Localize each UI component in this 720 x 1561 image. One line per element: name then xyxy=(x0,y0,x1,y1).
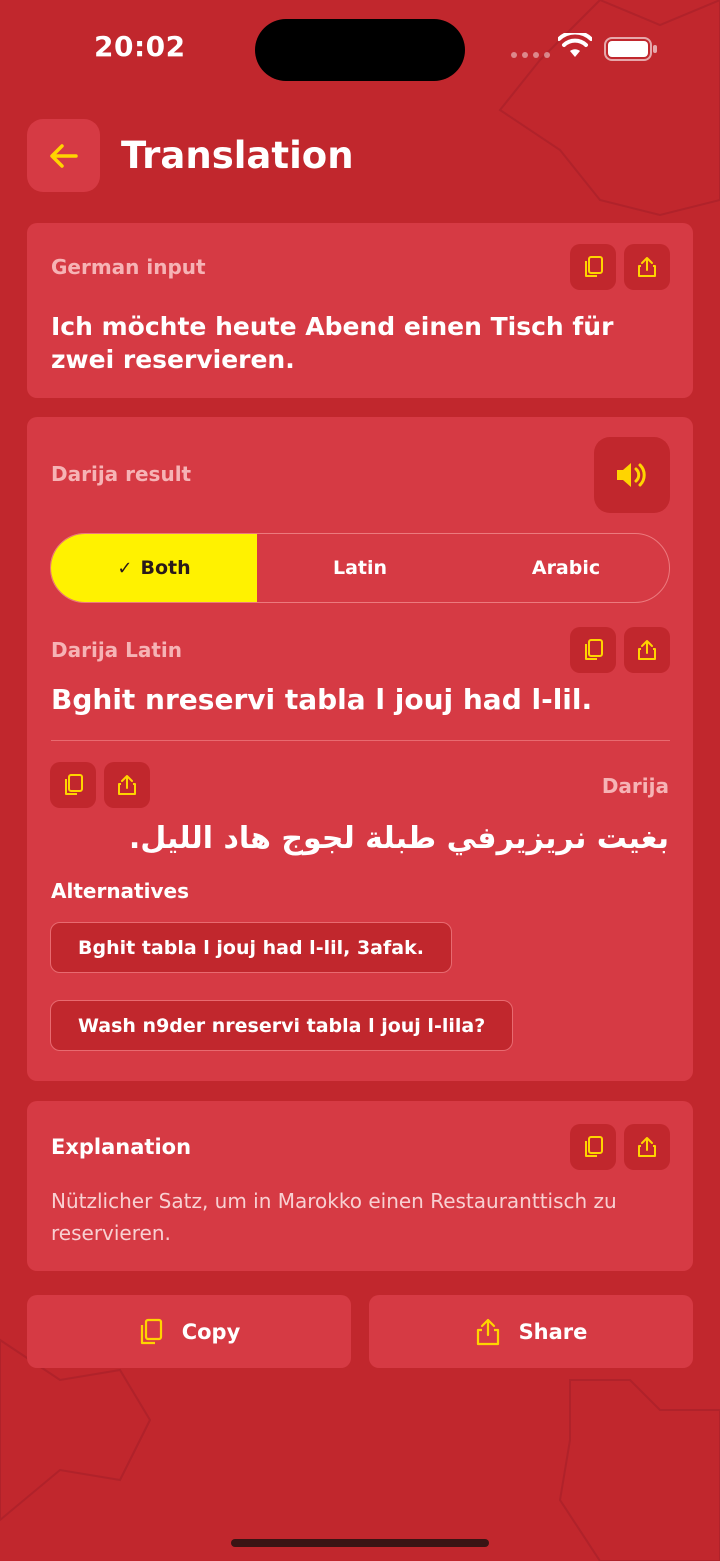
latin-label: Darija Latin xyxy=(51,638,183,662)
explanation-text: Nützlicher Satz, um in Marokko einen Res… xyxy=(51,1189,617,1245)
latin-text: Bghit nreservi tabla l jouj had l-lil. xyxy=(51,683,593,716)
copy-button-label: Copy xyxy=(181,1319,241,1344)
input-card: German input Ich möchte heute Abend eine… xyxy=(27,223,693,398)
arabic-text: بغيت نريزيرفي طبلة لجوج هاد الليل. xyxy=(128,821,669,856)
wifi-icon xyxy=(558,33,592,57)
explanation-share-button[interactable] xyxy=(624,1124,670,1170)
segment-arabic[interactable]: Arabic xyxy=(463,534,669,602)
alternatives-title: Alternatives xyxy=(51,879,189,903)
latin-copy-button[interactable] xyxy=(570,627,616,673)
divider xyxy=(51,740,670,741)
cellular-signal-icon xyxy=(511,52,550,58)
segment-latin[interactable]: Latin xyxy=(257,534,463,602)
script-segmented-control: ✓ Both Latin Arabic xyxy=(50,533,670,603)
check-icon: ✓ xyxy=(117,557,133,579)
copy-button[interactable]: Copy xyxy=(27,1295,351,1368)
alternative-chip[interactable]: Wash n9der nreservi tabla l jouj l-lila? xyxy=(50,1000,514,1051)
battery-icon xyxy=(604,37,657,61)
input-label: German input xyxy=(51,255,206,279)
result-label: Darija result xyxy=(51,462,192,486)
copy-icon xyxy=(65,774,83,795)
status-bar: 20:02 xyxy=(0,0,720,100)
copy-icon xyxy=(585,256,603,277)
explanation-title: Explanation xyxy=(51,1135,192,1159)
page-title: Translation xyxy=(121,134,354,177)
share-button[interactable]: Share xyxy=(369,1295,693,1368)
share-icon xyxy=(638,1137,656,1157)
result-card: Darija result ✓ Both Latin Arabic Darija… xyxy=(27,417,693,1081)
share-icon xyxy=(476,1318,499,1345)
alternative-chip[interactable]: Bghit tabla l jouj had l-lil, 3afak. xyxy=(50,922,452,973)
share-icon xyxy=(638,257,656,277)
share-icon xyxy=(638,640,656,660)
dynamic-island xyxy=(255,19,465,81)
back-button[interactable] xyxy=(27,119,100,192)
segment-arabic-label: Arabic xyxy=(531,557,601,579)
speaker-icon xyxy=(617,463,646,487)
input-share-button[interactable] xyxy=(624,244,670,290)
arabic-share-button[interactable] xyxy=(104,762,150,808)
arabic-copy-button[interactable] xyxy=(50,762,96,808)
segment-latin-label: Latin xyxy=(332,557,388,579)
segment-both[interactable]: ✓ Both xyxy=(51,534,257,602)
back-arrow-icon xyxy=(49,143,78,168)
latin-share-button[interactable] xyxy=(624,627,670,673)
share-button-label: Share xyxy=(518,1319,588,1344)
explanation-card: Explanation Nützlicher Satz, um in Marok… xyxy=(27,1101,693,1271)
input-text: Ich möchte heute Abend einen Tisch für z… xyxy=(51,312,614,374)
arabic-label: Darija xyxy=(601,774,669,798)
speaker-button[interactable] xyxy=(594,437,670,513)
home-indicator xyxy=(231,1539,489,1547)
input-copy-button[interactable] xyxy=(570,244,616,290)
segment-both-label: Both xyxy=(140,557,191,579)
share-icon xyxy=(118,775,136,795)
copy-icon xyxy=(585,1136,603,1157)
status-time: 20:02 xyxy=(94,30,186,63)
explanation-copy-button[interactable] xyxy=(570,1124,616,1170)
copy-icon xyxy=(585,639,603,660)
copy-icon xyxy=(140,1318,162,1344)
